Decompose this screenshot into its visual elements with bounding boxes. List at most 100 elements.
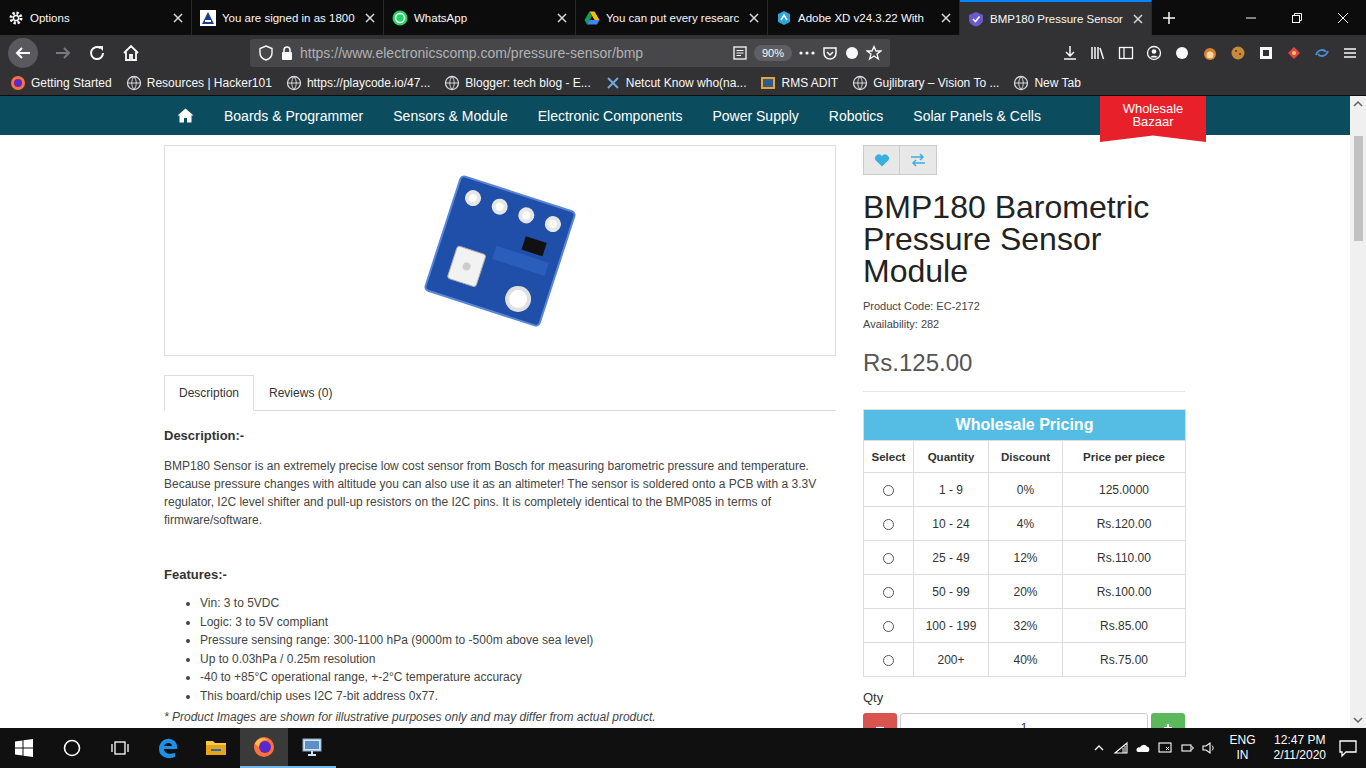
browser-tab[interactable]: You can put every researc <box>576 0 768 35</box>
table-row[interactable]: 200+40%Rs.75.00 <box>864 643 1186 677</box>
radio-button[interactable] <box>883 519 894 530</box>
sync-extension-icon[interactable] <box>1314 45 1330 61</box>
dark-extension-icon[interactable] <box>1258 45 1274 61</box>
product-tab[interactable]: Reviews (0) <box>254 375 347 411</box>
power-icon[interactable] <box>1179 740 1195 756</box>
downloads-icon[interactable] <box>1062 45 1078 61</box>
menu-icon[interactable] <box>1342 45 1358 61</box>
product-tab[interactable]: Description <box>164 375 254 411</box>
search-circle-icon[interactable] <box>48 728 96 768</box>
wifi-icon[interactable] <box>1113 740 1129 756</box>
wholesale-badge[interactable]: Wholesale Bazaar <box>1100 96 1206 142</box>
bookmark-label: New Tab <box>1034 76 1080 90</box>
bookmark[interactable]: Gujlibrary – Vision To ... <box>852 75 999 91</box>
monkey-extension-icon[interactable] <box>1202 45 1218 61</box>
reload-icon[interactable] <box>82 38 112 68</box>
url-text[interactable]: https://www.electronicscomp.com/pressure… <box>300 45 726 61</box>
address-bar[interactable]: https://www.electronicscomp.com/pressure… <box>250 39 890 67</box>
nav-link[interactable]: Boards & Programmer <box>224 108 363 124</box>
scroll-thumb[interactable] <box>1354 136 1363 241</box>
heart-icon[interactable] <box>863 145 900 175</box>
table-row[interactable]: 1 - 90%125.0000 <box>864 473 1186 507</box>
qty-input[interactable] <box>900 713 1148 728</box>
table-row[interactable]: 25 - 4912%Rs.110.00 <box>864 541 1186 575</box>
bookmark[interactable]: Resources | Hacker101 <box>126 75 272 91</box>
scrollbar[interactable] <box>1350 96 1366 728</box>
extension-circle-icon[interactable] <box>1174 45 1190 61</box>
sidebar-icon[interactable] <box>1118 45 1134 61</box>
reader-view-icon[interactable] <box>732 45 748 61</box>
account-icon[interactable] <box>1146 45 1162 61</box>
new-tab-icon[interactable] <box>1152 0 1186 35</box>
browser-tab[interactable]: Options <box>0 0 192 35</box>
bookmark[interactable]: https://playcode.io/47... <box>286 75 430 91</box>
tracking-shield-icon[interactable] <box>258 45 274 61</box>
nav-link[interactable]: Power Supply <box>712 108 798 124</box>
nav-link[interactable]: Solar Panels & Cells <box>913 108 1041 124</box>
firefox-icon[interactable] <box>240 728 288 768</box>
minimize-icon[interactable] <box>1228 0 1274 35</box>
toolbar-icons <box>1062 45 1358 61</box>
radio-button[interactable] <box>883 621 894 632</box>
cookie-extension-icon[interactable] <box>1230 45 1246 61</box>
forward-icon[interactable] <box>48 38 78 68</box>
browser-tab[interactable]: WhatsApp <box>384 0 576 35</box>
table-row[interactable]: 50 - 9920%Rs.100.00 <box>864 575 1186 609</box>
browser-tab[interactable]: BMP180 Pressure Sensor <box>960 0 1152 35</box>
table-row[interactable]: 100 - 19932%Rs.85.00 <box>864 609 1186 643</box>
screenshot-icon[interactable] <box>844 45 860 61</box>
home-icon[interactable] <box>116 38 146 68</box>
show-hidden-icon[interactable] <box>1091 740 1107 756</box>
bookmark[interactable]: Netcut Know who(na... <box>605 75 747 91</box>
page-actions-icon[interactable] <box>798 50 816 56</box>
nav-link[interactable]: Robotics <box>829 108 883 124</box>
close-window-icon[interactable] <box>1320 0 1366 35</box>
select-cell <box>864 507 914 541</box>
scroll-up-icon[interactable] <box>1350 96 1366 112</box>
task-view-icon[interactable] <box>96 728 144 768</box>
close-icon[interactable] <box>171 11 185 25</box>
network-icon[interactable] <box>1157 740 1173 756</box>
windows-start-icon[interactable] <box>0 728 48 768</box>
close-icon[interactable] <box>1131 12 1145 26</box>
home-icon[interactable] <box>177 108 194 123</box>
zoom-level[interactable]: 90% <box>754 45 792 61</box>
clock[interactable]: 12:47 PM2/11/2020 <box>1268 733 1333 763</box>
browser-tab[interactable]: You are signed in as 1800 <box>192 0 384 35</box>
radio-button[interactable] <box>883 485 894 496</box>
minus-icon[interactable] <box>863 713 897 728</box>
red-extension-icon[interactable] <box>1286 45 1302 61</box>
scroll-down-icon[interactable] <box>1350 712 1366 728</box>
onedrive-icon[interactable] <box>1135 740 1151 756</box>
bookmark-star-icon[interactable] <box>866 45 882 61</box>
bookmark[interactable]: RMS ADIT <box>760 75 838 91</box>
remote-desktop-icon[interactable] <box>288 728 336 768</box>
close-icon[interactable] <box>555 11 569 25</box>
bookmark[interactable]: Getting Started <box>10 75 112 91</box>
radio-button[interactable] <box>883 587 894 598</box>
edge-icon[interactable] <box>144 728 192 768</box>
radio-button[interactable] <box>883 655 894 666</box>
pocket-icon[interactable] <box>822 45 838 61</box>
compare-icon[interactable] <box>900 145 937 175</box>
file-explorer-icon[interactable] <box>192 728 240 768</box>
volume-icon[interactable] <box>1201 740 1217 756</box>
restore-icon[interactable] <box>1274 0 1320 35</box>
notification-icon[interactable] <box>1338 738 1358 758</box>
bookmark[interactable]: New Tab <box>1013 75 1080 91</box>
browser-tab[interactable]: Adobe XD v24.3.22 With <box>768 0 960 35</box>
table-row[interactable]: 10 - 244%Rs.120.00 <box>864 507 1186 541</box>
back-icon[interactable] <box>8 38 38 68</box>
close-icon[interactable] <box>939 11 953 25</box>
close-icon[interactable] <box>747 11 761 25</box>
close-icon[interactable] <box>363 11 377 25</box>
plus-icon[interactable] <box>1151 713 1185 728</box>
input-language[interactable]: ENGIN <box>1223 733 1261 763</box>
product-left-column: DescriptionReviews (0)Description:-BMP18… <box>164 145 836 728</box>
lock-icon[interactable] <box>280 45 294 61</box>
nav-link[interactable]: Electronic Components <box>538 108 683 124</box>
nav-link[interactable]: Sensors & Module <box>393 108 507 124</box>
bookmark[interactable]: Blogger: tech blog - E... <box>444 75 590 91</box>
library-icon[interactable] <box>1090 45 1106 61</box>
radio-button[interactable] <box>883 553 894 564</box>
